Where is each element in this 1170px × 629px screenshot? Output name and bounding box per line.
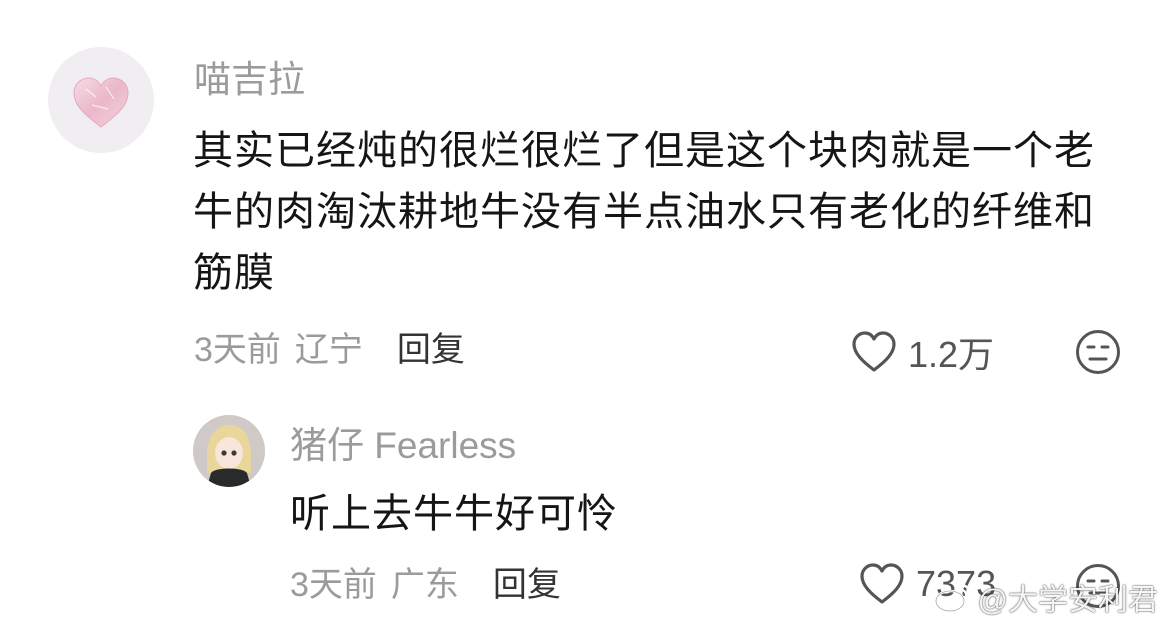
timestamp: 3天前 [194, 331, 281, 369]
timestamp: 3天前 [290, 566, 377, 604]
like-count: 1.2万 [908, 334, 995, 375]
comment-1: 喵吉拉 其实已经炖的很烂很烂了但是这个块肉就是一个老 牛的肉淘汰耕地牛没有半点油… [0, 0, 1170, 400]
like-button[interactable]: 1.2万 [850, 326, 994, 378]
heart-outline-icon [860, 563, 904, 604]
reply-button[interactable]: 回复 [397, 330, 465, 370]
watermark: @大学安利君 [934, 575, 1158, 619]
anime-character-icon [193, 415, 265, 487]
location: 辽宁 [294, 331, 363, 369]
comment-meta: 3天前 广东 回复 [290, 565, 561, 605]
username[interactable]: 猪仔 Fearless [290, 424, 516, 468]
weibo-logo-icon [934, 583, 971, 613]
heart-outline-icon [852, 331, 896, 372]
watermark-text: @大学安利君 [977, 584, 1158, 617]
pink-heart-gem-icon [73, 77, 129, 128]
comment-text: 听上去牛牛好可怜 [290, 484, 1050, 545]
location: 广东 [390, 566, 459, 604]
comment-meta: 3天前 辽宁 回复 [194, 330, 465, 370]
avatar[interactable] [48, 47, 154, 153]
comment-text-line: 其实已经炖的很烂很烂了但是这个块肉就是一个老 [193, 129, 1095, 173]
meh-face-icon[interactable] [1075, 329, 1121, 375]
username[interactable]: 喵吉拉 [194, 58, 305, 102]
comment-text: 其实已经炖的很烂很烂了但是这个块肉就是一个老 牛的肉淘汰耕地牛没有半点油水只有老… [193, 121, 1133, 304]
avatar[interactable] [193, 415, 265, 487]
comment-text-line: 筋膜 [193, 251, 275, 295]
comment-text-line: 牛的肉淘汰耕地牛没有半点油水只有老化的纤维和 [193, 190, 1095, 234]
reply-button[interactable]: 回复 [493, 565, 561, 605]
comment-text-line: 听上去牛牛好可怜 [290, 492, 618, 536]
